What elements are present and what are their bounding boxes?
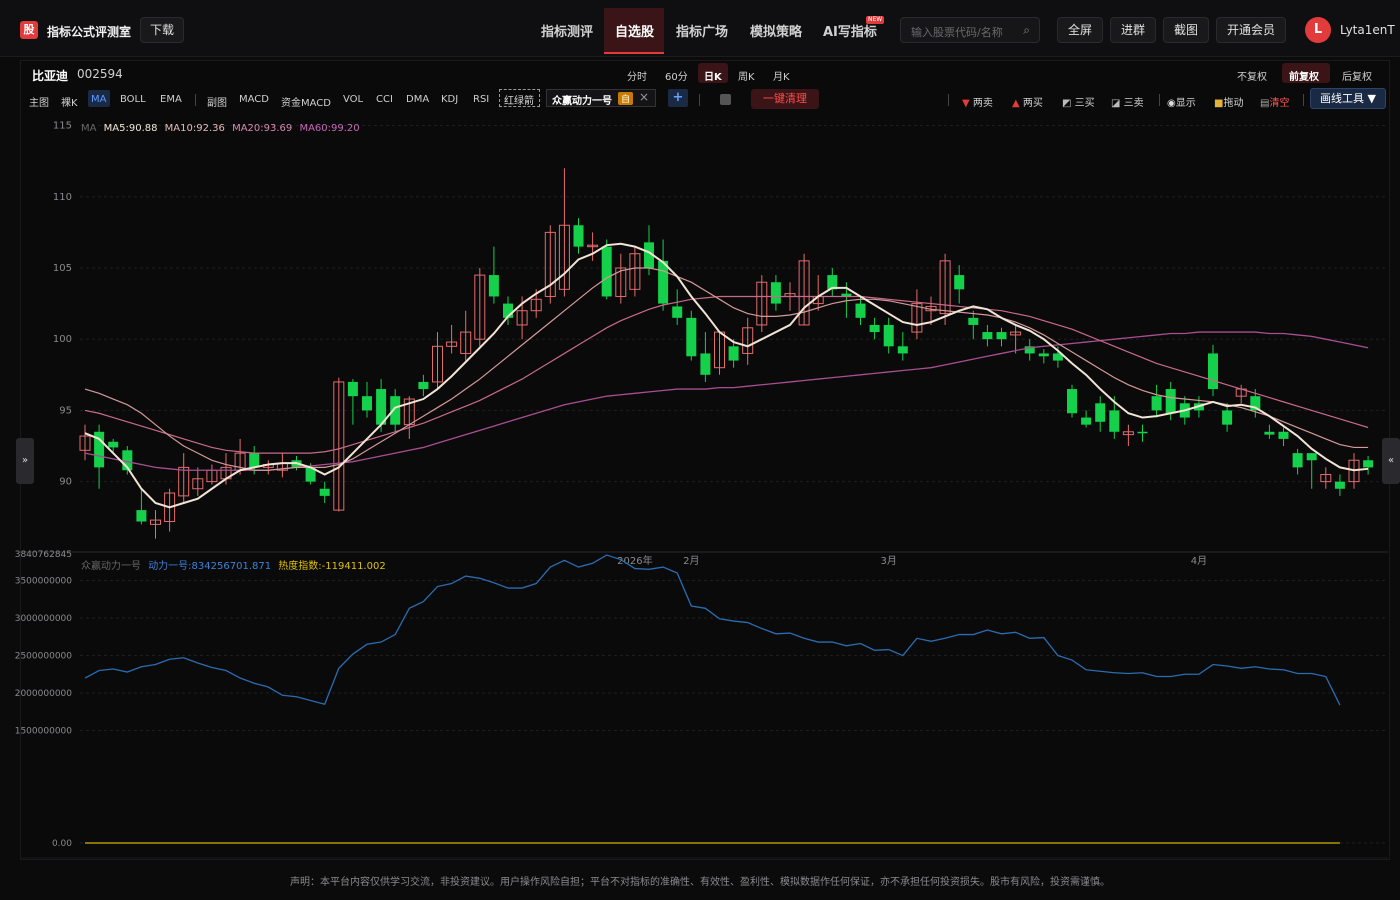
ma-legend: MA MA5:90.88 MA10:92.36 MA20:93.69 MA60:…: [81, 123, 360, 134]
left-expand-arrow[interactable]: »: [16, 438, 34, 484]
candle-body: [968, 317, 979, 325]
ma-legend-label: MA: [81, 123, 97, 134]
candle-body: [954, 275, 965, 290]
x-tick-label: 4月: [1191, 555, 1207, 567]
candle-body: [601, 246, 612, 297]
candle-body: [1081, 417, 1092, 425]
ma20-line: [84, 295, 1369, 454]
candle-body: [982, 332, 993, 340]
ma60-value: MA60:99.20: [299, 123, 360, 134]
candle-body: [1334, 481, 1345, 489]
candle-body: [658, 260, 669, 304]
y-tick-label: 100: [53, 334, 72, 345]
candle-body: [1222, 410, 1233, 425]
candle-body: [249, 453, 260, 468]
candle-body: [770, 282, 781, 304]
candle-body: [1095, 403, 1106, 422]
candle-body: [686, 317, 697, 357]
candle-body: [1306, 453, 1317, 461]
candle-body: [488, 275, 499, 297]
candle-body: [1165, 389, 1176, 414]
ma20-value: MA20:93.69: [232, 123, 293, 134]
candle-body: [883, 324, 894, 347]
y-tick-label: 3840762845: [15, 550, 72, 560]
candle-body: [855, 303, 866, 318]
candle-body: [1038, 353, 1049, 357]
candle-body: [700, 353, 711, 375]
candle-body: [672, 306, 683, 318]
candle-body: [362, 396, 372, 411]
y-tick-label: 90: [59, 477, 72, 488]
power-line: [84, 554, 1341, 706]
y-tick-label: 110: [53, 192, 72, 203]
candle-body: [1264, 431, 1275, 435]
candle-body: [319, 488, 330, 496]
candle-body: [573, 225, 584, 247]
disclaimer-footer: 声明：本平台内容仅供学习交流，非投资建议。用户操作风险自担；平台不对指标的准确性…: [290, 877, 1110, 888]
sub-legend: 众赢动力一号 动力一号:834256701.871 热度指数:-119411.0…: [81, 557, 386, 572]
candle-body: [728, 346, 739, 361]
y-tick-label: 3000000000: [15, 614, 73, 624]
y-tick-label: 3500000000: [15, 577, 73, 587]
power-line-value: 动力一号:834256701.871: [148, 561, 272, 572]
candle-body: [108, 441, 119, 448]
y-tick-label: 2000000000: [15, 689, 73, 699]
candle-body: [1067, 389, 1077, 414]
sub-legend-label: 众赢动力一号: [81, 561, 141, 572]
candle-body: [897, 346, 908, 354]
y-tick-label: 115: [53, 121, 72, 132]
candle-body: [418, 381, 429, 390]
candle-body: [1151, 396, 1162, 411]
right-expand-arrow[interactable]: «: [1382, 438, 1400, 484]
y-tick-label: 105: [53, 263, 72, 274]
candle-body: [1109, 410, 1120, 432]
candle-body: [1292, 453, 1303, 468]
x-tick-label: 2月: [683, 555, 699, 567]
candle-body: [1363, 460, 1374, 468]
candle-body: [996, 332, 1007, 340]
ma10-value: MA10:92.36: [164, 123, 225, 134]
candle-body: [136, 510, 147, 522]
y-tick-label: 95: [59, 405, 72, 416]
candle-body: [1137, 431, 1148, 434]
y-tick-label: 1500000000: [15, 727, 73, 737]
y-tick-label: 0.00: [52, 839, 72, 849]
candle-body: [347, 381, 358, 397]
candle-body: [869, 324, 880, 333]
y-tick-label: 2500000000: [15, 652, 73, 662]
ma5-value: MA5:90.88: [103, 123, 158, 134]
candle-body: [1208, 353, 1218, 390]
heat-index-value: 热度指数:-119411.002: [278, 561, 386, 572]
x-tick-label: 3月: [881, 555, 897, 567]
candle-body: [1278, 431, 1289, 439]
